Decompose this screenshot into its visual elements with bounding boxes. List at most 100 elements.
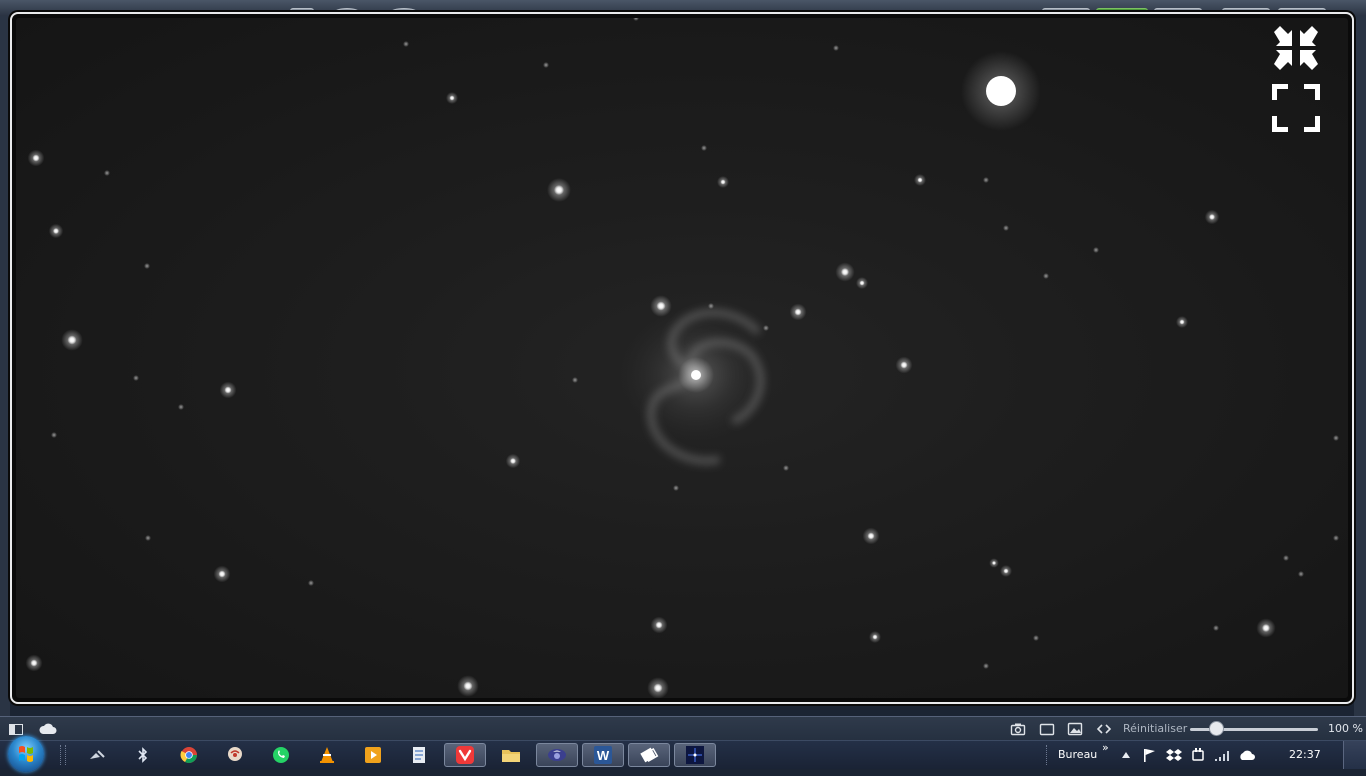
background-window-edge xyxy=(1354,16,1366,716)
vivaldi-icon[interactable] xyxy=(444,743,486,767)
star xyxy=(218,570,226,578)
chrome-icon[interactable] xyxy=(168,743,210,767)
exit-fullscreen-icon[interactable] xyxy=(1272,26,1320,70)
star xyxy=(1262,624,1270,632)
star xyxy=(67,335,77,345)
faint-star xyxy=(133,375,139,381)
faint-star xyxy=(673,485,679,491)
whatsapp-icon[interactable] xyxy=(260,743,302,767)
star xyxy=(992,561,996,565)
faint-star xyxy=(783,465,789,471)
star xyxy=(653,683,663,693)
faint-star xyxy=(1283,555,1289,561)
bluetooth-icon[interactable] xyxy=(122,743,164,767)
svg-text:W: W xyxy=(597,748,610,763)
star xyxy=(32,154,40,162)
faint-star xyxy=(144,263,150,269)
faint-star xyxy=(763,325,769,331)
code-icon[interactable] xyxy=(1096,721,1112,737)
viewer-toolbar: Réinitialiser 100 % xyxy=(0,716,1366,741)
clock[interactable]: 22:37 xyxy=(1289,748,1321,761)
chevron-up-icon[interactable] xyxy=(1118,743,1134,767)
faint-star xyxy=(1003,225,1009,231)
faint-star xyxy=(833,45,839,51)
astro-app-icon[interactable] xyxy=(674,743,716,767)
window-icon[interactable] xyxy=(1039,721,1055,737)
star xyxy=(449,95,455,101)
windows-logo-icon xyxy=(19,746,33,762)
star xyxy=(510,458,516,464)
zoom-slider-thumb[interactable] xyxy=(1208,721,1224,736)
word-icon[interactable]: W xyxy=(582,743,624,767)
toolbar-grip xyxy=(1046,745,1050,765)
image-icon[interactable] xyxy=(1067,721,1083,737)
faint-star xyxy=(633,18,639,21)
reset-button[interactable]: Réinitialiser xyxy=(1123,722,1187,735)
moon-icon[interactable] xyxy=(536,743,578,767)
star xyxy=(841,268,849,276)
desktop-toolbar-label[interactable]: Bureau xyxy=(1058,748,1097,761)
faint-star xyxy=(104,170,110,176)
star xyxy=(1209,214,1215,220)
vlc-icon[interactable] xyxy=(306,743,348,767)
photos-icon[interactable] xyxy=(628,743,670,767)
galaxy-starfield-image xyxy=(25,18,1339,698)
faint-star xyxy=(701,145,707,151)
star xyxy=(794,308,802,316)
faint-star xyxy=(178,404,184,410)
faint-star xyxy=(403,41,409,47)
faint-star xyxy=(51,432,57,438)
taskbar: W Bureau » 22:37 xyxy=(0,736,1366,772)
star xyxy=(720,179,726,185)
satellite-icon[interactable] xyxy=(76,743,118,767)
star xyxy=(867,532,875,540)
show-desktop-button[interactable] xyxy=(1343,741,1366,769)
faint-star xyxy=(983,177,989,183)
faint-star xyxy=(145,535,151,541)
flag-icon[interactable] xyxy=(1140,743,1158,767)
start-button[interactable] xyxy=(8,736,44,772)
star xyxy=(1179,319,1185,325)
folder-icon[interactable] xyxy=(490,743,532,767)
notes-icon[interactable] xyxy=(398,743,440,767)
faint-star xyxy=(1043,273,1049,279)
faint-star xyxy=(1333,435,1339,441)
chevron-right-icon[interactable]: » xyxy=(1102,741,1109,754)
star xyxy=(917,177,923,183)
star xyxy=(30,659,38,667)
star xyxy=(463,681,473,691)
taskbar-grip xyxy=(60,745,66,765)
dropbox-icon[interactable] xyxy=(1164,743,1184,767)
signal-bars-icon[interactable] xyxy=(1212,743,1232,767)
star xyxy=(554,185,564,195)
astronomy-photo[interactable] xyxy=(16,18,1348,698)
faint-star xyxy=(1298,571,1304,577)
onedrive-icon[interactable] xyxy=(1236,743,1258,767)
zoom-level: 100 % xyxy=(1328,722,1363,735)
background-window-edge xyxy=(0,16,10,716)
media-player-icon[interactable] xyxy=(352,743,394,767)
star xyxy=(655,621,663,629)
star xyxy=(656,301,666,311)
screenshot-icon[interactable] xyxy=(1010,721,1026,737)
bright-star xyxy=(931,29,1071,163)
faint-star xyxy=(708,303,714,309)
panel-toggle-icon[interactable] xyxy=(8,721,24,737)
cloud-icon[interactable] xyxy=(38,721,58,737)
brain-icon[interactable] xyxy=(214,743,256,767)
faint-star xyxy=(1213,625,1219,631)
star xyxy=(53,228,59,234)
faint-star xyxy=(1333,535,1339,541)
faint-star xyxy=(983,663,989,669)
star xyxy=(872,634,878,640)
star xyxy=(900,361,908,369)
star xyxy=(224,386,232,394)
fullscreen-icon[interactable] xyxy=(1272,84,1320,132)
faint-star xyxy=(572,377,578,383)
faint-star xyxy=(1033,635,1039,641)
star xyxy=(1003,568,1009,574)
faint-star xyxy=(543,62,549,68)
faint-star xyxy=(308,580,314,586)
power-plug-icon[interactable] xyxy=(1188,743,1208,767)
spiral-galaxy xyxy=(621,305,771,466)
